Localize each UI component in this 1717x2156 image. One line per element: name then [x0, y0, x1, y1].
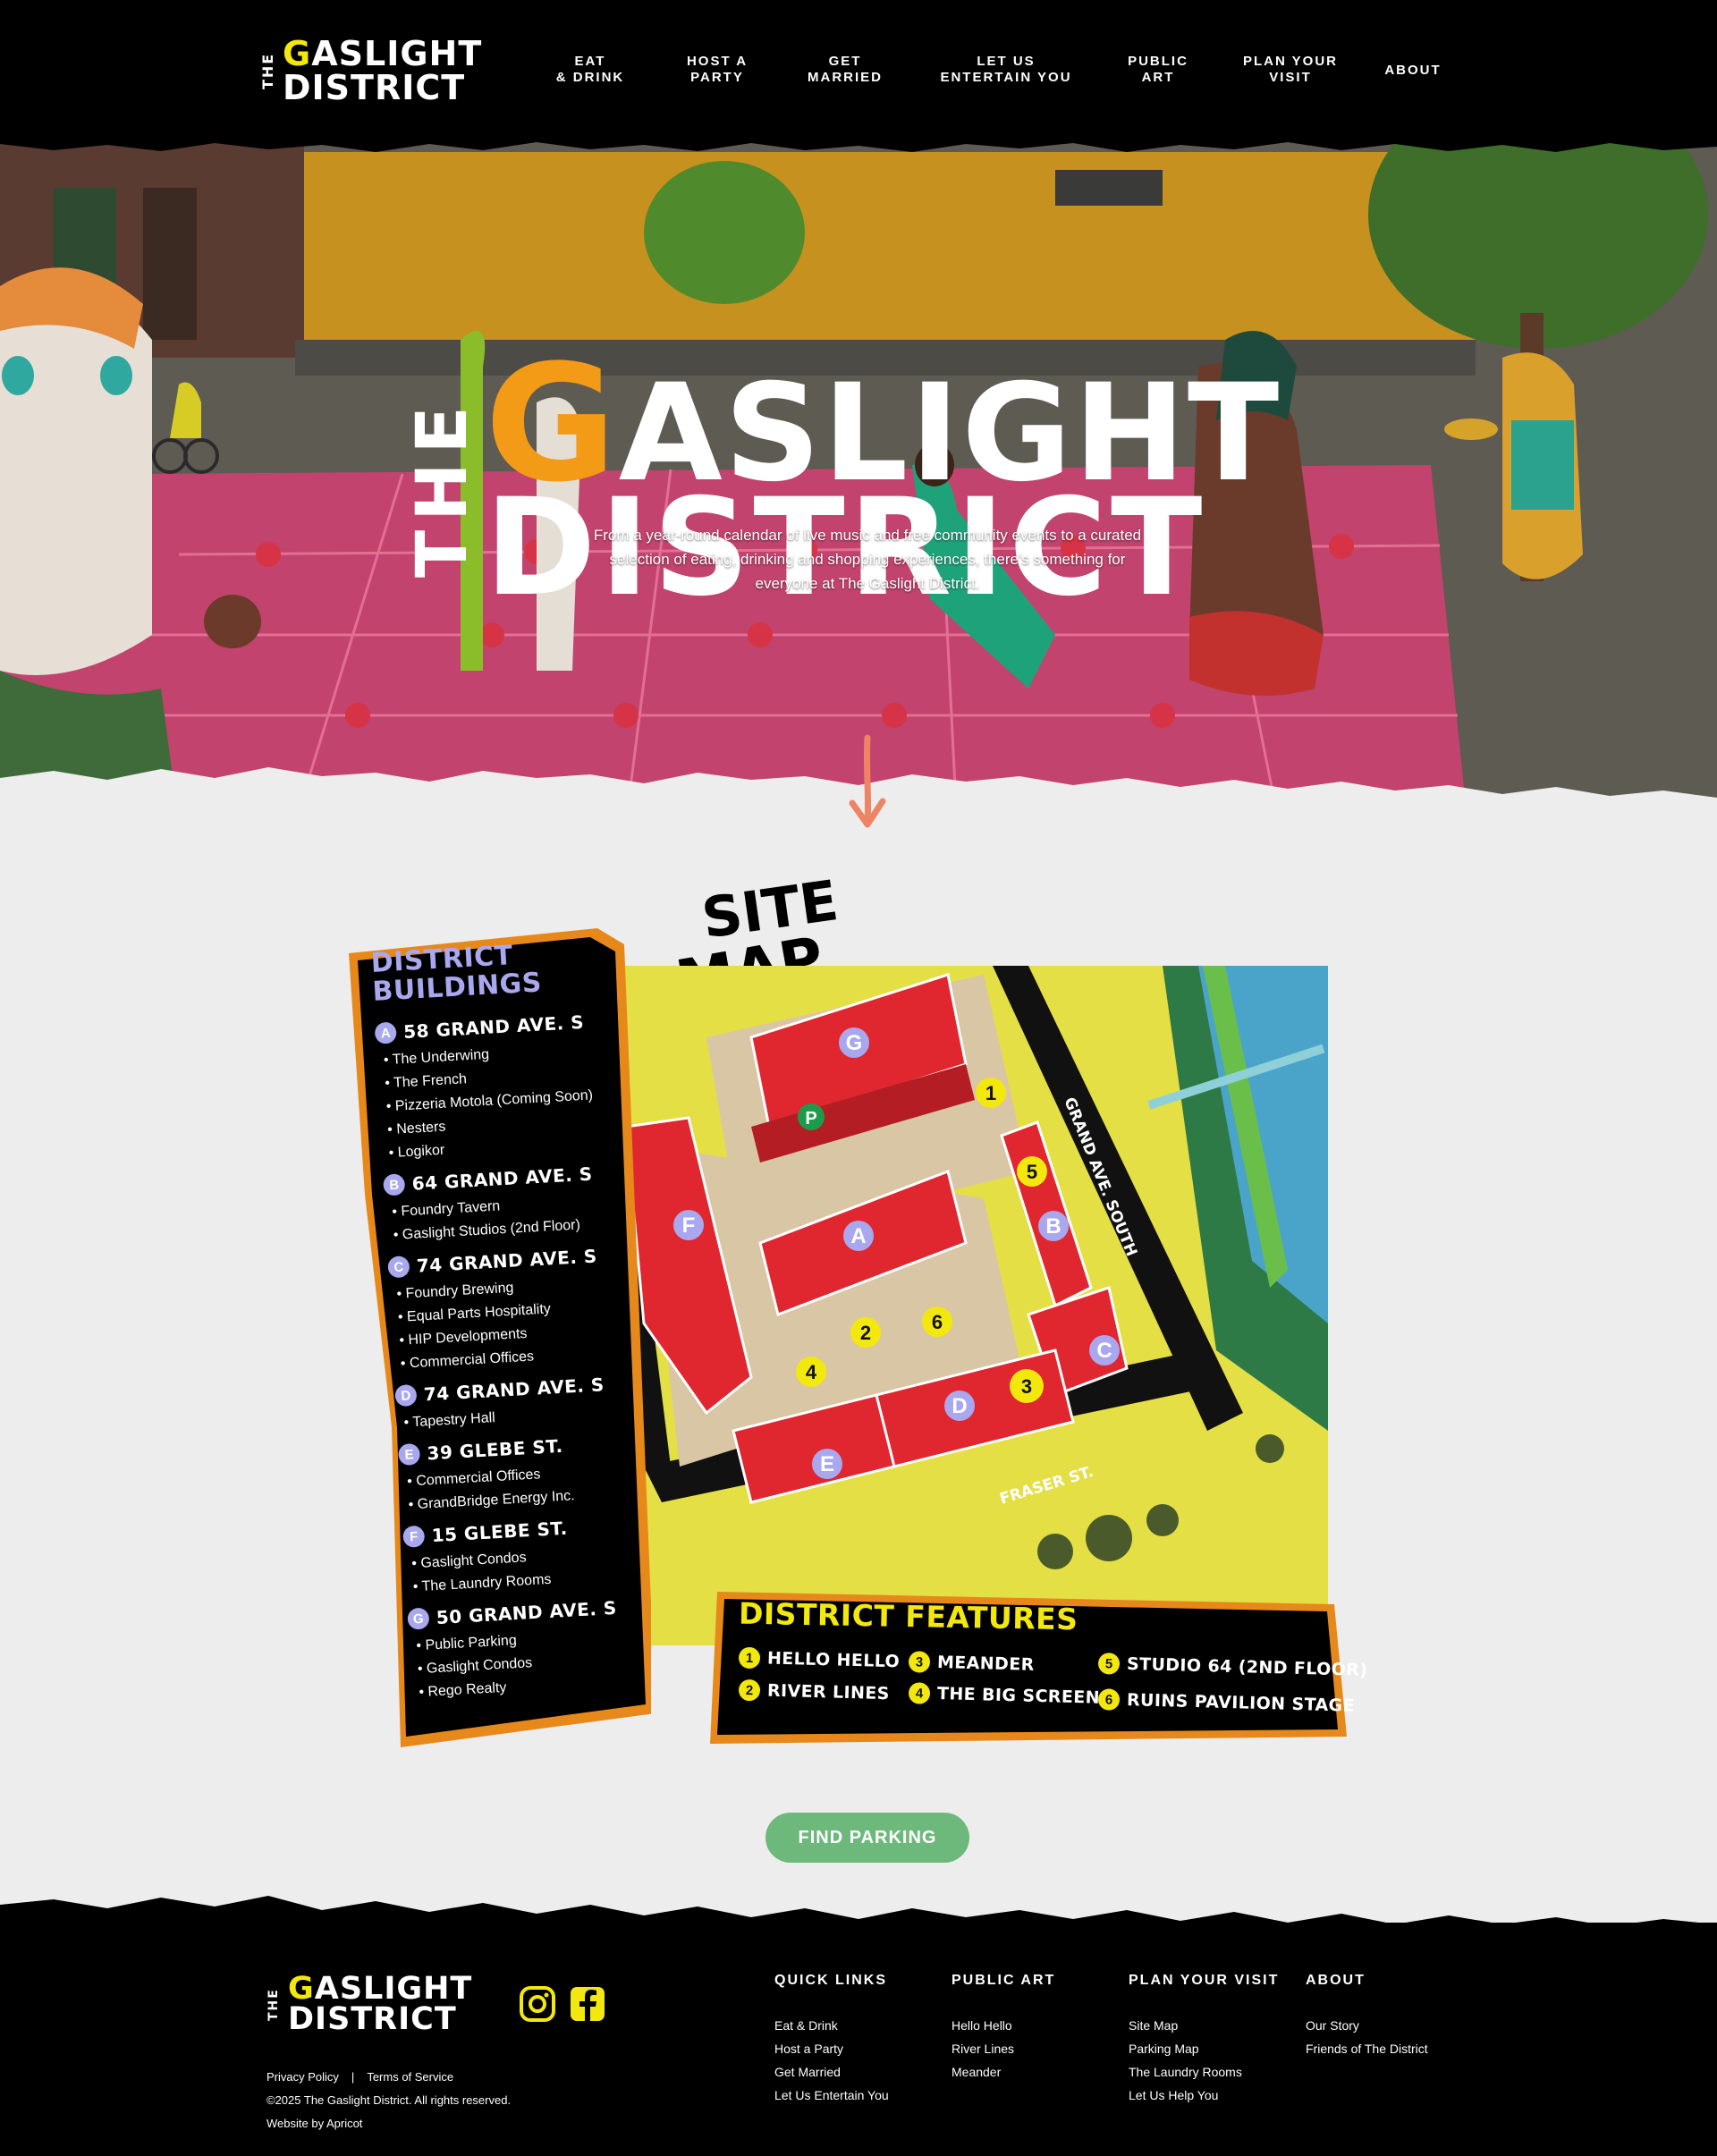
building-letter-badge: A: [374, 1021, 397, 1044]
footer-link[interactable]: Let Us Help You: [1129, 2084, 1279, 2107]
map-parking-p: P: [805, 1109, 816, 1129]
copyright-text: ©2025 The Gaslight District. All rights …: [266, 2093, 512, 2107]
district-features-title: DISTRICT FEATURES: [738, 1595, 1078, 1637]
map-badge-a: A: [850, 1224, 866, 1248]
site-logo[interactable]: THE GASLIGHT DISTRICT: [259, 34, 519, 107]
torn-edge-footer: [0, 1896, 1717, 1940]
footer-link[interactable]: The Laundry Rooms: [1129, 2060, 1279, 2084]
building-letter-badge: D: [394, 1383, 418, 1408]
building-entry[interactable]: F15 GLEBE ST.Gaslight CondosThe Laundry …: [402, 1511, 674, 1600]
instagram-icon[interactable]: [519, 1985, 556, 2023]
building-address: 39 GLEBE ST.: [426, 1434, 564, 1465]
privacy-policy-link[interactable]: Privacy Policy: [266, 2070, 339, 2084]
find-parking-button[interactable]: Find Parking: [765, 1813, 969, 1863]
map-badge-c: C: [1096, 1339, 1112, 1363]
footer-link[interactable]: Host a Party: [774, 2037, 889, 2060]
building-entry[interactable]: G50 GRAND AVE. SPublic ParkingGaslight C…: [407, 1594, 681, 1705]
map-feature-1: 1: [985, 1082, 996, 1104]
footer-col-quick-links: Quick Links Eat & Drink Host a Party Get…: [774, 1973, 889, 2107]
footer-col-title: Plan Your Visit: [1129, 1973, 1280, 1988]
footer-link[interactable]: Let Us Entertain You: [774, 2084, 889, 2107]
facebook-icon[interactable]: [569, 1985, 606, 2023]
map-badge-d: D: [952, 1394, 967, 1418]
nav-about[interactable]: About: [1377, 63, 1449, 79]
footer-legal: Privacy Policy | Terms of Service ©2025 Th…: [266, 2066, 511, 2135]
district-buildings-panel: DISTRICT BUILDINGS A58 GRAND AVE. SThe U…: [347, 926, 651, 1749]
building-entry[interactable]: D74 GRAND AVE. STapestry Hall: [394, 1370, 665, 1435]
footer-link[interactable]: River Lines: [952, 2037, 1055, 2060]
footer-logo-the: THE: [266, 1988, 281, 2022]
map-badge-g: G: [846, 1031, 863, 1055]
building-letter-badge: C: [387, 1256, 410, 1279]
building-address: 74 GRAND AVE. S: [423, 1374, 605, 1406]
footer-logo-district: DISTRICT: [288, 2001, 457, 2037]
building-address: 74 GRAND AVE. S: [416, 1245, 598, 1277]
logo-the: THE: [259, 52, 276, 89]
map-feature-2: 2: [860, 1322, 871, 1344]
nav-eat-drink[interactable]: Eat & Drink: [537, 54, 644, 86]
footer-link[interactable]: Parking Map: [1129, 2037, 1279, 2060]
footer-link[interactable]: Get Married: [774, 2060, 889, 2084]
nav-public-art[interactable]: Public Art: [1104, 54, 1212, 86]
map-badge-b: B: [1045, 1214, 1061, 1239]
building-entry[interactable]: E39 GLEBE ST.Commercial OfficesGrandBrid…: [397, 1429, 670, 1518]
building-address: 64 GRAND AVE. S: [411, 1163, 594, 1195]
feature-item[interactable]: 3 MEANDER: [908, 1651, 1035, 1676]
map-feature-6: 6: [932, 1311, 943, 1333]
footer-link[interactable]: Site Map: [1129, 2014, 1279, 2037]
map-badge-e: E: [820, 1452, 834, 1476]
nav-get-married[interactable]: Get Married: [791, 54, 899, 86]
footer-col-plan-visit: Plan Your Visit Site Map Parking Map The…: [1129, 1973, 1279, 2107]
site-footer: THE GASLIGHT DISTRICT Privacy Policy | Ter…: [0, 1923, 1717, 2156]
map-badge-f: F: [682, 1213, 696, 1238]
map-feature-4: 4: [806, 1361, 817, 1383]
footer-col-title: Public Art: [952, 1973, 1056, 1988]
footer-link[interactable]: Friends of The District: [1306, 2037, 1428, 2060]
logo-district: DISTRICT: [283, 68, 466, 107]
nav-host-party[interactable]: Host a Party: [664, 54, 771, 86]
footer-link[interactable]: Hello Hello: [952, 2014, 1055, 2037]
district-features-panel: DISTRICT FEATURES 1 HELLO HELLO 2 RIVER LI…: [708, 1586, 1368, 1744]
site-map-illustration: G F A B C D E P 1 2 3 4 5 6 GRAND AVE. S…: [608, 966, 1328, 1645]
scroll-down-arrow-icon[interactable]: [845, 733, 890, 832]
building-letter-badge: G: [407, 1607, 430, 1630]
building-letter-badge: E: [397, 1442, 421, 1467]
buildings-list: A58 GRAND AVE. SThe UnderwingThe FrenchP…: [374, 1008, 681, 1705]
building-address: 58 GRAND AVE. S: [402, 1010, 585, 1044]
building-letter-badge: B: [383, 1173, 406, 1196]
building-letter-badge: F: [402, 1525, 426, 1548]
building-entry[interactable]: B64 GRAND AVE. SFoundry TavernGaslight S…: [383, 1160, 655, 1248]
map-feature-5: 5: [1027, 1161, 1037, 1183]
district-buildings-title: DISTRICT BUILDINGS: [369, 940, 543, 1008]
hero-section: THE GASLIGHT DISTRICT From a year-round …: [0, 134, 1717, 823]
agency-credit-link[interactable]: Website by Apricot: [266, 2117, 362, 2130]
building-address: 50 GRAND AVE. S: [436, 1596, 618, 1629]
hero-title-the: THE: [402, 397, 483, 578]
terms-link[interactable]: Terms of Service: [367, 2070, 453, 2084]
nav-plan-visit[interactable]: Plan Your Visit: [1237, 54, 1344, 86]
footer-link[interactable]: Our Story: [1306, 2014, 1428, 2037]
map-graphic: G F A B C D E P 1 2 3 4 5 6 GRAND AVE. S…: [608, 966, 1328, 1645]
feature-item[interactable]: 1 HELLO HELLO: [738, 1646, 901, 1673]
hero-description: From a year-round calendar of live music…: [593, 527, 1142, 592]
footer-col-public-art: Public Art Hello Hello River Lines Meand…: [952, 1973, 1055, 2084]
footer-logo[interactable]: THE GASLIGHT DISTRICT: [266, 1971, 508, 2037]
legal-separator: |: [351, 2070, 355, 2084]
footer-link[interactable]: Eat & Drink: [774, 2014, 889, 2037]
footer-col-title: About: [1306, 1973, 1366, 1988]
building-entry[interactable]: A58 GRAND AVE. SThe UnderwingThe FrenchP…: [374, 1008, 650, 1165]
map-feature-3: 3: [1021, 1375, 1032, 1398]
building-address: 15 GLEBE ST.: [431, 1517, 569, 1547]
nav-entertain[interactable]: Let Us Entertain You: [930, 54, 1082, 86]
footer-col-about: About Our Story Friends of The District: [1306, 1973, 1428, 2060]
building-entry[interactable]: C74 GRAND AVE. SFoundry BrewingEqual Par…: [387, 1242, 662, 1377]
footer-col-title: Quick Links: [774, 1973, 887, 1988]
feature-item[interactable]: 2 RIVER LINES: [738, 1678, 890, 1704]
site-header: THE GASLIGHT DISTRICT Eat & Drink Host a…: [0, 0, 1717, 141]
site-map-section: SITE MAP G F A B: [340, 876, 1368, 1753]
footer-link[interactable]: Meander: [952, 2060, 1055, 2084]
